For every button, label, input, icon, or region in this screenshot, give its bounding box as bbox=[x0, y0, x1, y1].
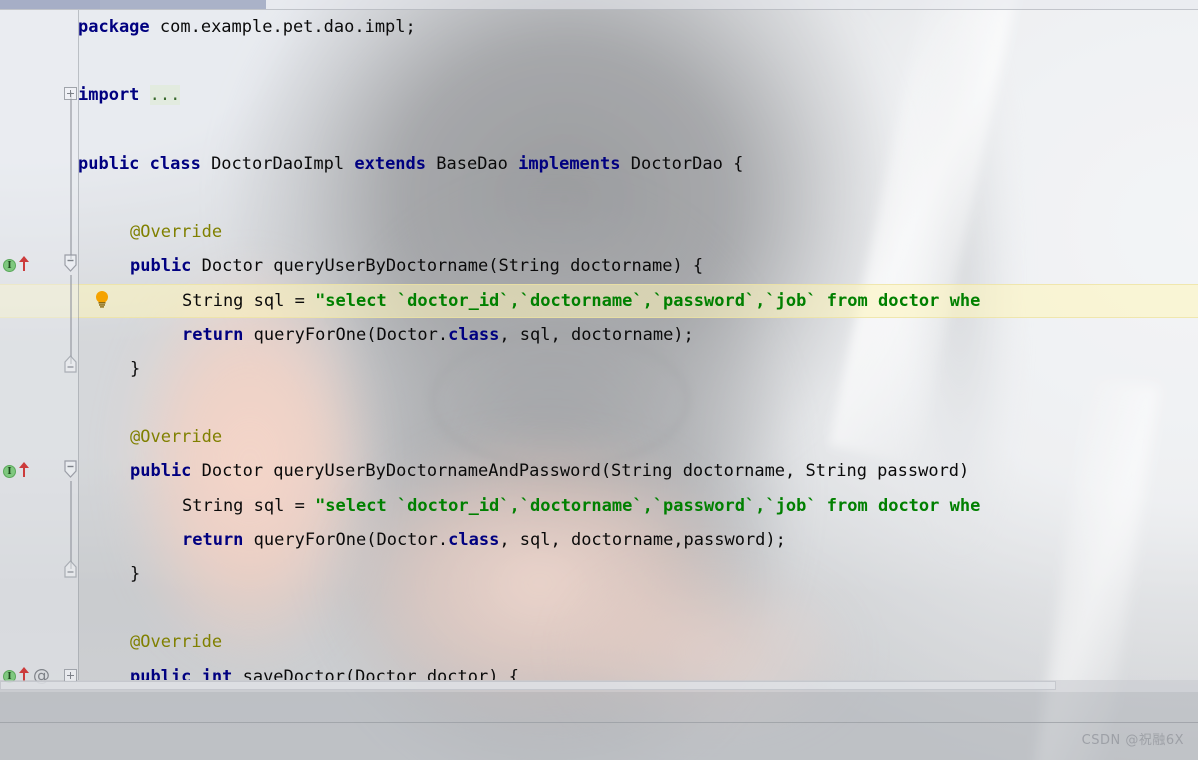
bottom-pane-divider bbox=[0, 722, 1198, 723]
code-line[interactable]: return queryForOne(Doctor.class, sql, do… bbox=[78, 523, 1198, 557]
fold-spine bbox=[70, 480, 72, 570]
code-token-kw: public class bbox=[78, 153, 212, 174]
fold-expand-icon[interactable] bbox=[64, 87, 77, 101]
code-text-area[interactable]: package com.example.pet.dao.impl; import… bbox=[78, 10, 1198, 680]
code-token-kw: implements bbox=[518, 153, 631, 174]
code-token-plain: , sql, doctorname); bbox=[499, 324, 694, 345]
code-token-kw: package bbox=[78, 17, 150, 37]
top-strip-segment-a[interactable] bbox=[0, 0, 100, 9]
top-scroll-strip[interactable] bbox=[0, 0, 1198, 10]
gutter-fold-column[interactable] bbox=[56, 10, 78, 680]
code-line[interactable]: @Override bbox=[78, 420, 1198, 454]
ide-editor-window: I I I @ package com.example.pet.dao.impl; i… bbox=[0, 0, 1198, 760]
code-token-plain: BaseDao bbox=[436, 153, 519, 174]
code-line[interactable]: } bbox=[78, 557, 1198, 591]
code-line[interactable]: String sql = "select `doctor_id`,`doctor… bbox=[78, 284, 1198, 318]
fold-collapse-icon[interactable] bbox=[64, 459, 77, 479]
code-token-plain: String sql = bbox=[182, 290, 316, 311]
code-token-kw: public int bbox=[130, 666, 243, 680]
horizontal-scrollbar-thumb[interactable] bbox=[0, 681, 1056, 690]
code-token-kw: public bbox=[130, 256, 202, 277]
code-line[interactable]: package com.example.pet.dao.impl; bbox=[78, 10, 1198, 44]
code-line[interactable] bbox=[78, 181, 1198, 215]
code-token-plain: com.example.pet.dao.impl; bbox=[149, 17, 416, 37]
code-line[interactable]: public int saveDoctor(Doctor doctor) { bbox=[78, 660, 1198, 680]
code-token-plain: DoctorDao { bbox=[630, 153, 744, 174]
code-line[interactable]: public Doctor queryUserByDoctorname(Stri… bbox=[78, 249, 1198, 283]
code-token-kw: public bbox=[130, 461, 202, 482]
code-token-plain: queryForOne(Doctor. bbox=[253, 324, 449, 345]
code-token-kw: return bbox=[182, 529, 254, 550]
code-line[interactable]: import ... bbox=[78, 78, 1198, 112]
code-token-plain: Doctor queryUserByDoctorname(String doct… bbox=[201, 256, 704, 277]
code-token-plain: Doctor queryUserByDoctornameAndPassword(… bbox=[201, 461, 970, 482]
code-token-plain: String sql = bbox=[182, 495, 316, 516]
code-token-plain: } bbox=[130, 358, 141, 379]
code-line[interactable]: public class DoctorDaoImpl extends BaseD… bbox=[78, 147, 1198, 181]
top-strip-segment-b[interactable] bbox=[100, 0, 266, 9]
status-ghost-text bbox=[436, 745, 1076, 760]
code-token-kw: extends bbox=[354, 153, 437, 174]
top-strip-divider bbox=[0, 9, 1198, 10]
fold-region-end-icon[interactable] bbox=[64, 355, 77, 374]
code-token-anno: @Override bbox=[130, 427, 223, 448]
fold-collapse-icon[interactable] bbox=[64, 254, 77, 273]
code-token-kw: class bbox=[448, 529, 500, 550]
code-line[interactable]: String sql = "select `doctor_id`,`doctor… bbox=[78, 489, 1198, 523]
code-token-kw: return bbox=[182, 324, 254, 345]
code-line[interactable]: @Override bbox=[78, 625, 1198, 659]
override-arrow-icon[interactable] bbox=[18, 256, 30, 272]
implements-marker-icon[interactable]: I bbox=[3, 259, 16, 273]
implements-marker-icon[interactable]: I bbox=[3, 464, 16, 478]
code-line[interactable] bbox=[78, 386, 1198, 420]
code-line[interactable] bbox=[78, 113, 1198, 147]
fold-spine bbox=[70, 92, 72, 260]
code-line[interactable]: @Override bbox=[78, 215, 1198, 249]
code-line[interactable] bbox=[78, 591, 1198, 625]
intention-bulb-icon[interactable] bbox=[94, 290, 110, 308]
code-token-str: "select `doctor_id`,`doctorname`,`passwo… bbox=[315, 290, 981, 311]
code-token-plain: saveDoctor(Doctor doctor) { bbox=[242, 666, 519, 680]
code-token-kw: class bbox=[448, 324, 500, 345]
fold-expand-icon[interactable] bbox=[64, 668, 77, 682]
code-token-anno: @Override bbox=[130, 222, 223, 243]
code-line[interactable]: return queryForOne(Doctor.class, sql, do… bbox=[78, 318, 1198, 352]
code-line[interactable]: } bbox=[78, 352, 1198, 386]
code-line[interactable]: public Doctor queryUserByDoctornameAndPa… bbox=[78, 454, 1198, 488]
code-token-kw: import bbox=[78, 85, 140, 106]
csdn-watermark: CSDN @祝融6X bbox=[1081, 733, 1184, 748]
code-token-plain: , sql, doctorname,password); bbox=[499, 529, 786, 550]
gutter-separator-line bbox=[78, 10, 79, 680]
code-token-plain: queryForOne(Doctor. bbox=[253, 529, 449, 550]
code-line[interactable] bbox=[78, 44, 1198, 78]
fold-region-end-icon[interactable] bbox=[64, 560, 77, 579]
fold-spine bbox=[70, 275, 72, 364]
code-token-anno: @Override bbox=[130, 632, 223, 653]
code-token-plain: } bbox=[130, 564, 141, 584]
gutter-annotation-column[interactable]: I I I @ bbox=[0, 10, 50, 684]
override-arrow-icon[interactable] bbox=[18, 461, 30, 478]
code-token-plain: DoctorDaoImpl bbox=[211, 153, 355, 174]
code-token-str: "select `doctor_id`,`doctorname`,`passwo… bbox=[315, 495, 981, 516]
code-token-folded: ... bbox=[149, 85, 181, 106]
